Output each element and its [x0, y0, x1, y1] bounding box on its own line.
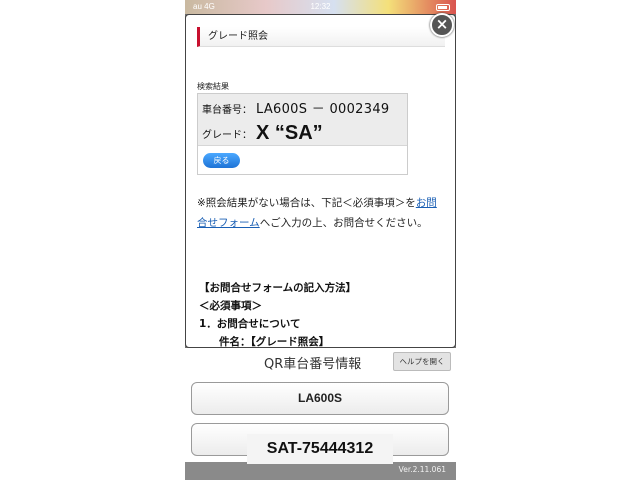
footer-bar: Ver.2.11.061 — [185, 462, 456, 480]
grade-value: X “SA” — [256, 122, 323, 144]
close-icon[interactable]: × — [430, 13, 454, 37]
version-label: Ver.2.11.061 — [398, 465, 446, 474]
subject-line: 件名：【グレード照会】 — [219, 336, 330, 348]
note-suffix: へご入力の上、お問合せください。 — [259, 217, 428, 229]
grade-inquiry-dialog: グレード照会 検索結果 車台番号： LA600S － 0002349 グレード： X… — [185, 14, 456, 348]
chassis-value: LA600S － 0002349 — [256, 102, 390, 117]
stock-number-overlay: SAT-75444312 — [247, 434, 393, 464]
model-code-button[interactable]: LA600S — [191, 382, 449, 415]
back-button[interactable]: 戻る — [203, 153, 240, 168]
how-to-title: 【お問合せフォームの記入方法】 — [199, 282, 357, 294]
status-time: 12:32 — [310, 2, 331, 11]
result-box: 車台番号： LA600S － 0002349 グレード： X “SA” 戻る — [197, 93, 408, 175]
note-prefix: ※照会結果がない場合は、下記＜必須事項＞を — [197, 197, 416, 209]
battery-icon — [436, 4, 450, 11]
required-title: ＜必須事項＞ — [199, 300, 262, 312]
grade-label: グレード： — [202, 130, 252, 141]
grade-row: グレード： X “SA” — [202, 122, 323, 145]
inquiry-item: 1．お問合せについて — [199, 318, 301, 330]
help-button[interactable]: ヘルプを開く — [393, 352, 451, 371]
chassis-row: 車台番号： LA600S － 0002349 — [202, 98, 389, 117]
phone-screen: au 4G 12:32 グレード照会 検索結果 車台番号： LA600S － 00… — [185, 0, 456, 480]
dialog-title: グレード照会 — [197, 27, 445, 47]
chassis-label: 車台番号： — [202, 105, 252, 116]
app-title: QR車台番号情報 — [264, 357, 362, 372]
results-label: 検索結果 — [197, 82, 229, 91]
inquiry-note: ※照会結果がない場合は、下記＜必須事項＞をお問合せフォームへご入力の上、お問合せ… — [197, 193, 447, 233]
status-bar: au 4G 12:32 — [185, 0, 456, 14]
result-details: 車台番号： LA600S － 0002349 グレード： X “SA” — [198, 94, 407, 146]
